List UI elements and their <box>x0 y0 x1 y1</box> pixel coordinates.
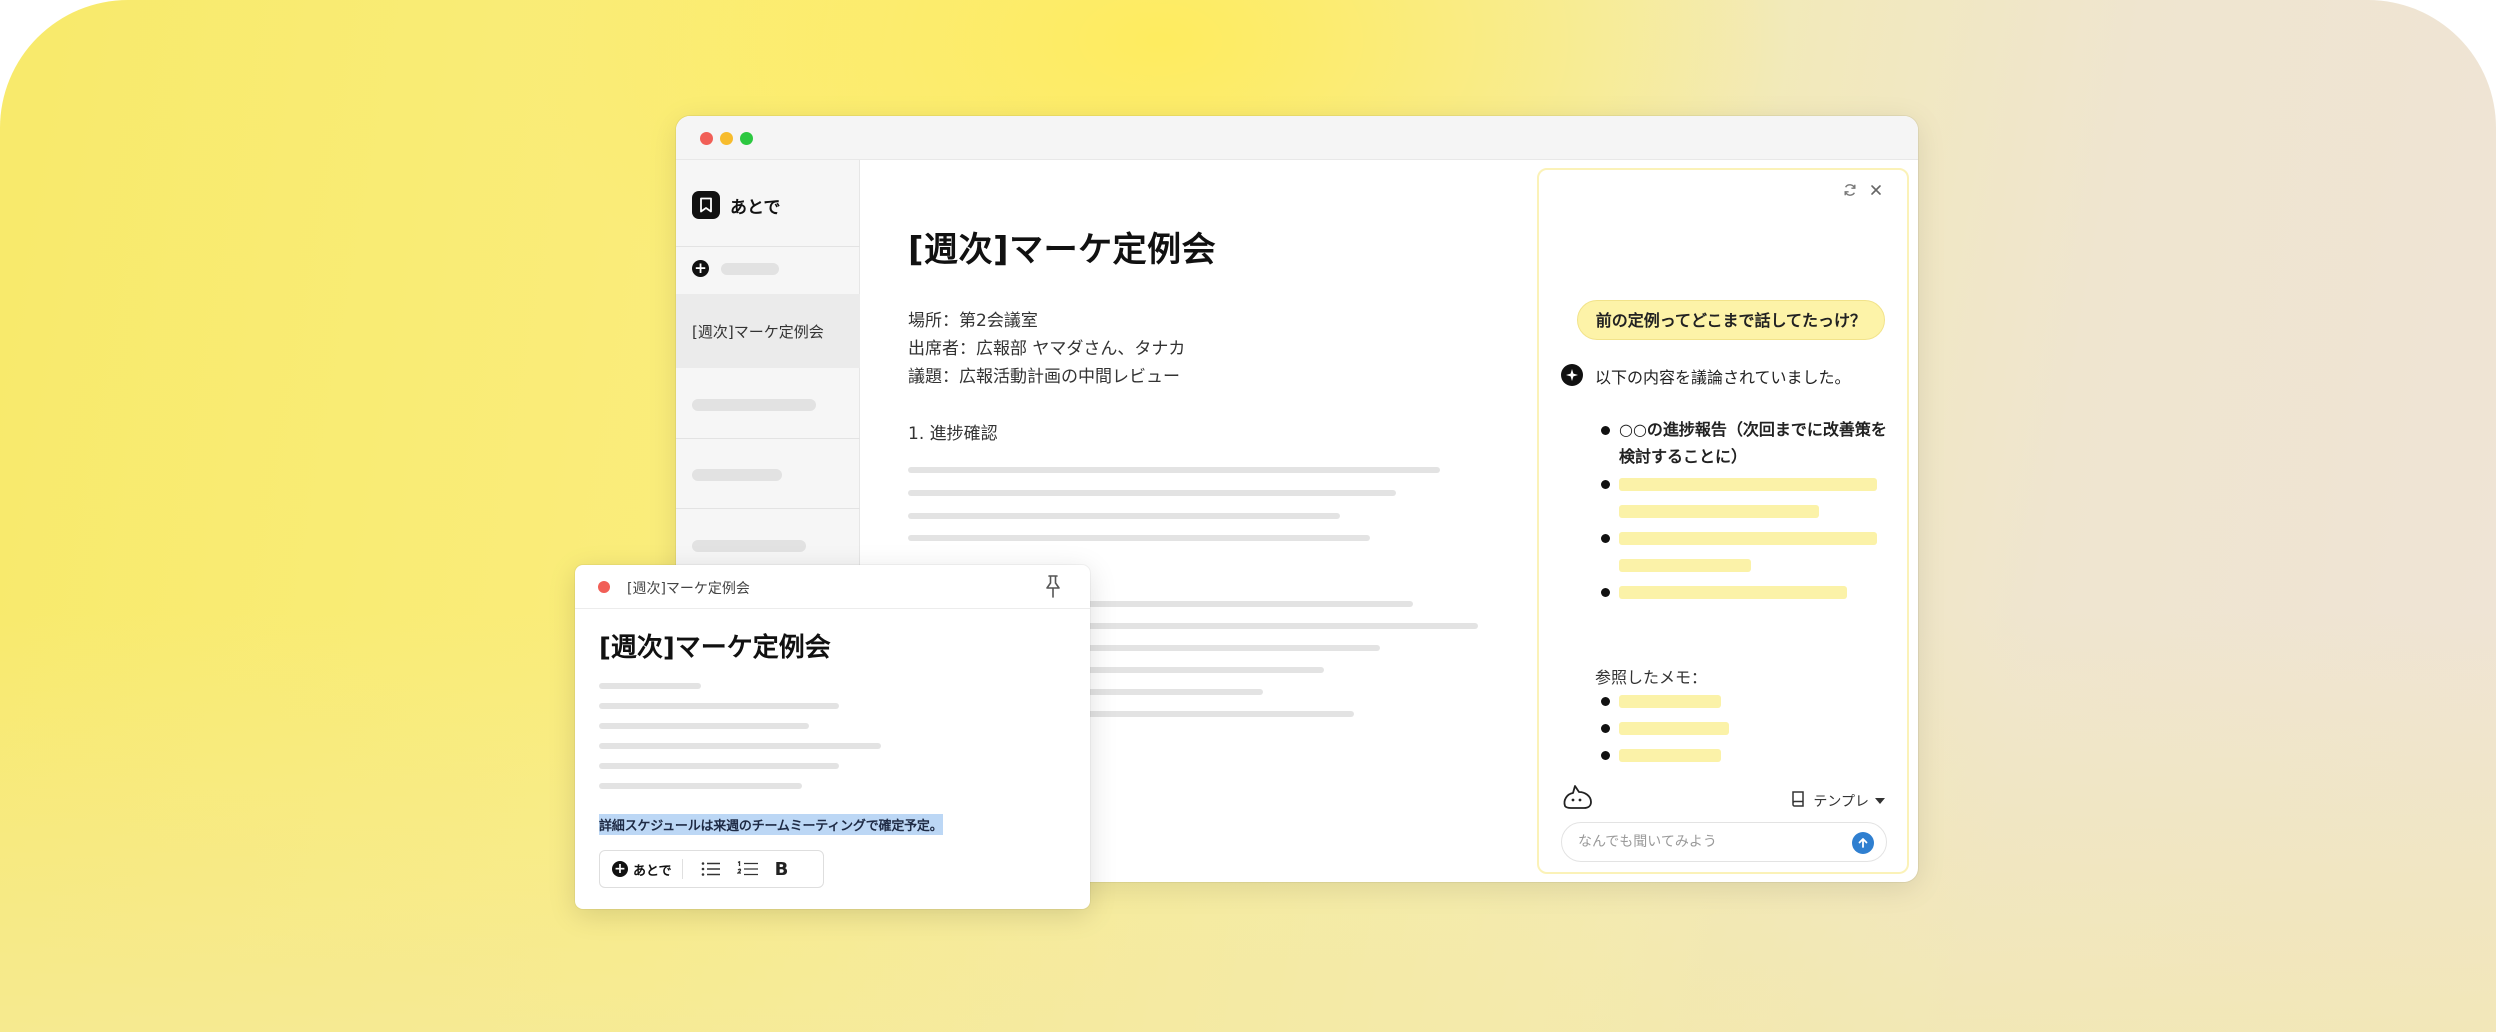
note-header-title: [週次]マーケ定例会 <box>627 581 750 597</box>
atode-button-label: あとで <box>633 863 672 879</box>
chat-input-box[interactable] <box>1561 822 1887 862</box>
sidebar-divider <box>676 438 860 439</box>
ai-intro-text: 以下の内容を議論されていました。 <box>1595 368 1851 387</box>
app-logo-icon <box>692 191 720 219</box>
formatting-toolbar: + あとで B <box>599 850 824 888</box>
bullet-point <box>1601 697 1610 706</box>
selected-text[interactable]: 詳細スケジュールは来週のチームミーティングで確定予定。 <box>599 814 943 835</box>
template-dropdown[interactable]: テンプレ <box>1790 790 1885 812</box>
meeting-location[interactable]: 場所：第2会議室 <box>908 306 1038 331</box>
chat-input[interactable] <box>1578 823 1838 861</box>
minimize-window-button[interactable] <box>720 132 733 145</box>
text-line-placeholder <box>908 467 1440 473</box>
numbered-list-icon[interactable] <box>736 861 759 877</box>
chevron-down-icon <box>1875 793 1885 809</box>
close-note-button[interactable] <box>598 581 610 593</box>
sidebar-divider <box>676 508 860 509</box>
references-label: 参照したメモ： <box>1595 668 1708 687</box>
bullet-point <box>1601 588 1610 597</box>
ai-sparkle-icon <box>1561 364 1583 386</box>
highlight-placeholder <box>1619 559 1751 572</box>
close-window-button[interactable] <box>700 132 713 145</box>
text-line-placeholder <box>908 490 1396 496</box>
document-title[interactable]: [週次]マーケ定例会 <box>908 222 1216 271</box>
template-label: テンプレ <box>1813 794 1869 810</box>
sidebar-item-placeholder[interactable] <box>692 399 816 411</box>
text-line-placeholder <box>908 513 1340 519</box>
text-line-placeholder <box>599 683 701 689</box>
text-line-placeholder <box>599 763 839 769</box>
note-header: [週次]マーケ定例会 <box>575 565 1090 609</box>
bullet-list-icon[interactable] <box>701 861 721 877</box>
highlight-placeholder <box>1619 505 1819 518</box>
plus-icon: + <box>692 260 709 277</box>
mascot-icon[interactable] <box>1561 782 1595 816</box>
highlight-placeholder <box>1619 586 1847 599</box>
highlight-placeholder <box>1619 478 1877 491</box>
close-icon[interactable] <box>1869 182 1883 201</box>
refresh-icon[interactable] <box>1843 182 1857 201</box>
ai-chat-panel: 前の定例ってどこまで話してたっけ？ 以下の内容を議論されていました。 ○○の進捗… <box>1537 168 1909 874</box>
title-bar <box>676 116 1918 160</box>
ai-answer-bullet: ○○の進捗報告（次回までに改善策を検討することに） <box>1619 420 1887 466</box>
toolbar-divider <box>681 859 683 879</box>
sidebar-item-placeholder[interactable] <box>692 469 782 481</box>
bullet-point <box>1601 751 1610 760</box>
app-name: あとで <box>730 197 781 218</box>
text-line-placeholder <box>599 723 809 729</box>
bold-button[interactable]: B <box>775 859 789 880</box>
section-heading[interactable]: 1. 進捗確認 <box>908 419 998 444</box>
text-line-placeholder <box>599 703 839 709</box>
atode-button[interactable]: + あとで <box>612 860 672 879</box>
sidebar-item-placeholder[interactable] <box>692 540 806 552</box>
maximize-window-button[interactable] <box>740 132 753 145</box>
floating-note-window: [週次]マーケ定例会 [週次]マーケ定例会 詳細スケジュールは来週のチームミーテ… <box>575 565 1090 909</box>
sidebar-item-active[interactable]: [週次]マーケ定例会 <box>676 294 860 368</box>
book-icon <box>1790 790 1806 812</box>
brand: あとで <box>692 190 781 220</box>
sidebar-divider <box>676 246 860 247</box>
bullet-point <box>1601 534 1610 543</box>
bullet-point <box>1601 724 1610 733</box>
text-line-placeholder <box>599 743 881 749</box>
reference-link-placeholder[interactable] <box>1619 749 1721 762</box>
text-line-placeholder <box>908 535 1370 541</box>
send-button[interactable] <box>1852 832 1874 854</box>
new-note-label-placeholder <box>721 262 779 275</box>
plus-icon: + <box>612 861 628 877</box>
bullet-point <box>1601 480 1610 489</box>
note-title[interactable]: [週次]マーケ定例会 <box>599 627 831 664</box>
meeting-attendees[interactable]: 出席者：広報部 ヤマダさん、タナカ <box>908 334 1185 359</box>
highlight-placeholder <box>1619 532 1877 545</box>
pin-icon[interactable] <box>1042 574 1064 604</box>
reference-link-placeholder[interactable] <box>1619 695 1721 708</box>
meeting-agenda[interactable]: 議題：広報活動計画の中間レビュー <box>908 362 1180 387</box>
user-message-bubble: 前の定例ってどこまで話してたっけ？ <box>1576 300 1885 340</box>
sidebar-item-label: [週次]マーケ定例会 <box>692 323 824 341</box>
bullet-point <box>1601 426 1610 435</box>
reference-link-placeholder[interactable] <box>1619 722 1729 735</box>
text-line-placeholder <box>599 783 802 789</box>
new-note-button[interactable]: + <box>692 260 779 277</box>
